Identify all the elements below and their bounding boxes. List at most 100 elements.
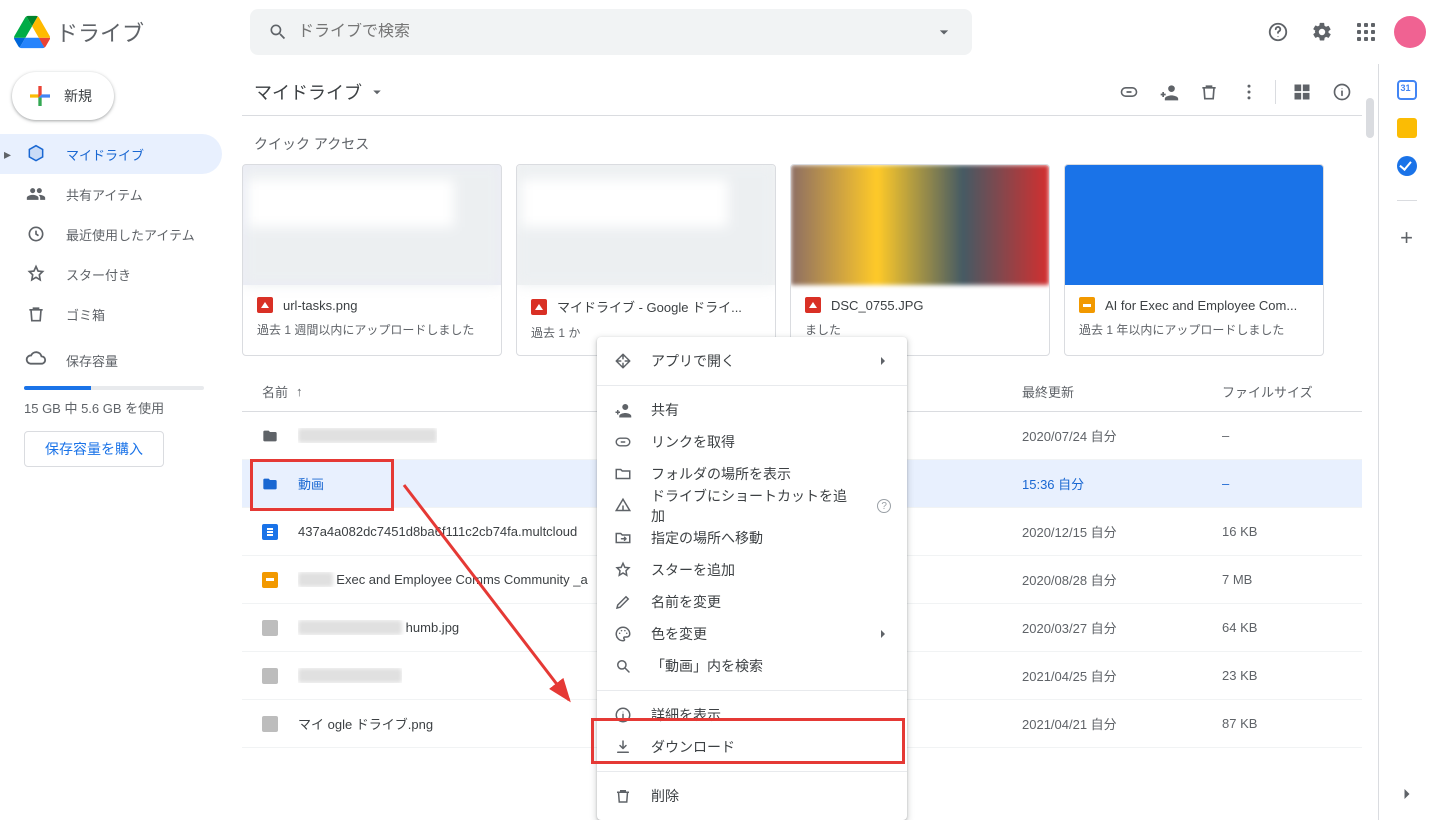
quick-access-card[interactable]: DSC_0755.JPGました — [790, 164, 1050, 356]
sidebar-item-label: 最近使用したアイテム — [66, 225, 195, 244]
layout-grid-icon[interactable] — [1282, 72, 1322, 112]
sidebar-item-trash[interactable]: ゴミ箱 — [0, 294, 222, 334]
add-addon-icon[interactable]: + — [1400, 225, 1413, 251]
ctx-download[interactable]: ダウンロード — [597, 731, 907, 763]
tasks-icon[interactable] — [1397, 156, 1417, 176]
slides-file-icon — [262, 572, 278, 588]
column-modified[interactable]: 最終更新 — [1022, 382, 1222, 401]
separator — [597, 690, 907, 691]
search-input[interactable] — [298, 23, 924, 41]
collapse-panel-icon[interactable] — [1397, 784, 1417, 804]
search-icon[interactable] — [258, 12, 298, 52]
search-options-caret-icon[interactable] — [924, 12, 964, 52]
modified-cell: 2021/04/21 自分 — [1022, 714, 1222, 733]
get-link-icon[interactable] — [1109, 72, 1149, 112]
modified-cell: 2020/03/27 自分 — [1022, 618, 1222, 637]
file-name: XXXXXXXXXXXXXXXX — [298, 428, 437, 443]
my-drive-icon — [24, 142, 48, 166]
drive-logo-icon — [12, 12, 52, 52]
storage-used-text: 15 GB 中 5.6 GB を使用 — [24, 398, 214, 417]
star-icon — [613, 560, 633, 580]
breadcrumb[interactable]: マイドライブ — [242, 79, 386, 105]
sidebar: 新規 ▸ マイドライブ 共有アイテム 最近使用したアイテム — [0, 64, 238, 820]
scroll-indicator[interactable] — [1366, 98, 1374, 138]
sidebar-item-starred[interactable]: スター付き — [0, 254, 222, 294]
thumbnail — [517, 165, 775, 285]
ctx-add-star[interactable]: スターを追加 — [597, 554, 907, 586]
ctx-share[interactable]: 共有 — [597, 394, 907, 426]
google-apps-icon[interactable] — [1346, 12, 1386, 52]
ctx-get-link[interactable]: リンクを取得 — [597, 426, 907, 458]
ctx-change-color[interactable]: 色を変更 — [597, 618, 907, 650]
thumbnail — [791, 165, 1049, 285]
file-name: XXXXXXXXXXXX humb.jpg — [298, 620, 459, 635]
ctx-search-within[interactable]: 「動画」内を検索 — [597, 650, 907, 682]
share-person-icon[interactable] — [1149, 72, 1189, 112]
ctx-open-with[interactable]: アプリで開く — [597, 345, 907, 377]
people-icon — [24, 182, 48, 206]
quick-access-card[interactable]: マイドライブ - Google ドライ...過去 1 か — [516, 164, 776, 356]
size-cell: – — [1222, 476, 1362, 491]
sort-arrow-up-icon: ↑ — [296, 384, 303, 399]
sidebar-item-recent[interactable]: 最近使用したアイテム — [0, 214, 222, 254]
thumbnail — [1065, 165, 1323, 285]
image-thumb-icon — [262, 716, 278, 732]
breadcrumb-text: マイドライブ — [254, 79, 362, 105]
size-cell: 64 KB — [1222, 620, 1362, 635]
image-file-icon — [531, 299, 547, 315]
size-cell: 23 KB — [1222, 668, 1362, 683]
help-icon[interactable]: ? — [877, 499, 891, 513]
buy-storage-button[interactable]: 保存容量を購入 — [24, 431, 164, 467]
expand-icon[interactable]: ▸ — [4, 146, 11, 163]
file-name: 動画 — [298, 474, 324, 493]
info-icon[interactable] — [1322, 72, 1362, 112]
ctx-remove[interactable]: 削除 — [597, 780, 907, 812]
folder-icon — [262, 476, 278, 492]
open-with-icon — [613, 351, 633, 371]
thumbnail — [243, 165, 501, 285]
logo-area[interactable]: ドライブ — [12, 12, 250, 52]
account-avatar[interactable] — [1394, 16, 1426, 48]
link-icon — [613, 432, 633, 452]
sidebar-item-label: ゴミ箱 — [66, 305, 105, 324]
file-name: マイドライブ - Google ドライ... — [557, 297, 742, 316]
clock-icon — [24, 222, 48, 246]
modified-cell: 2020/08/28 自分 — [1022, 570, 1222, 589]
sidebar-item-shared[interactable]: 共有アイテム — [0, 174, 222, 214]
move-icon — [613, 528, 633, 548]
delete-icon[interactable] — [1189, 72, 1229, 112]
quick-access-card[interactable]: url-tasks.png過去 1 週間以内にアップロードしました — [242, 164, 502, 356]
shortcut-icon — [613, 496, 633, 516]
column-size[interactable]: ファイルサイズ — [1222, 382, 1362, 401]
ctx-view-details[interactable]: 詳細を表示 — [597, 699, 907, 731]
download-icon — [613, 737, 633, 757]
chevron-right-icon — [875, 353, 891, 369]
doc-file-icon — [262, 524, 278, 540]
image-file-icon — [805, 297, 821, 313]
star-icon — [24, 262, 48, 286]
new-button[interactable]: 新規 — [12, 72, 114, 120]
storage-label: 保存容量 — [66, 351, 118, 370]
ctx-move-to[interactable]: 指定の場所へ移動 — [597, 522, 907, 554]
more-vert-icon[interactable] — [1229, 72, 1269, 112]
quick-access-card[interactable]: AI for Exec and Employee Com...過去 1 年以内に… — [1064, 164, 1324, 356]
new-button-label: 新規 — [64, 86, 92, 106]
keep-icon[interactable] — [1397, 118, 1417, 138]
support-icon[interactable] — [1258, 12, 1298, 52]
palette-icon — [613, 624, 633, 644]
sidebar-item-storage[interactable]: 保存容量 — [24, 340, 214, 380]
ctx-rename[interactable]: 名前を変更 — [597, 586, 907, 618]
slides-file-icon — [1079, 297, 1095, 313]
calendar-icon[interactable] — [1397, 80, 1417, 100]
settings-gear-icon[interactable] — [1302, 12, 1342, 52]
sidebar-item-my-drive[interactable]: ▸ マイドライブ — [0, 134, 222, 174]
quick-access-title: クイック アクセス — [242, 116, 1362, 164]
cloud-icon — [24, 348, 48, 372]
app-title: ドライブ — [56, 16, 144, 48]
chevron-right-icon — [875, 626, 891, 642]
modified-cell: 2021/04/25 自分 — [1022, 666, 1222, 685]
ctx-add-shortcut[interactable]: ドライブにショートカットを追加? — [597, 490, 907, 522]
reason-text: ました — [805, 321, 1035, 338]
search-bar[interactable] — [250, 9, 972, 55]
size-cell: 7 MB — [1222, 572, 1362, 587]
